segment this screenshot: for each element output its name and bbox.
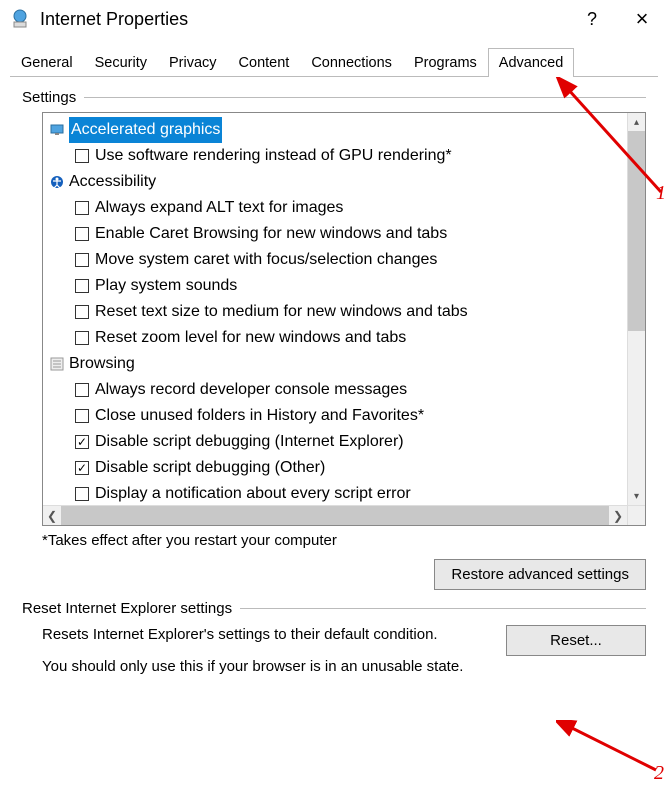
vertical-scrollbar[interactable]: ▴ ▾: [627, 113, 645, 505]
checkbox[interactable]: [75, 331, 89, 345]
window-title: Internet Properties: [40, 9, 582, 30]
divider: [240, 608, 646, 609]
display-icon: [49, 122, 65, 138]
tree-category[interactable]: Accelerated graphics: [49, 117, 645, 143]
checkbox[interactable]: [75, 253, 89, 267]
tree-option[interactable]: Use software rendering instead of GPU re…: [49, 143, 645, 169]
tree-option[interactable]: Reset zoom level for new windows and tab…: [49, 325, 645, 351]
scroll-down-button[interactable]: ▾: [628, 487, 645, 505]
horizontal-scrollbar[interactable]: ❮ ❯: [43, 505, 645, 525]
checkbox[interactable]: [75, 487, 89, 501]
scroll-left-button[interactable]: ❮: [43, 506, 61, 525]
tab-content[interactable]: Content: [228, 48, 301, 77]
restart-note: *Takes effect after you restart your com…: [42, 532, 646, 549]
tree-option-label: Play system sounds: [95, 273, 237, 299]
restore-advanced-settings-button[interactable]: Restore advanced settings: [434, 559, 646, 590]
tree-option-label: Reset zoom level for new windows and tab…: [95, 325, 406, 351]
accessibility-icon: [49, 174, 65, 190]
annotation-label-2: 2: [654, 762, 664, 785]
scroll-thumb[interactable]: [628, 131, 645, 331]
tree-option-label: Always record developer console messages: [95, 377, 407, 403]
tree-category-label: Accelerated graphics: [69, 117, 222, 143]
annotation-label-1: 1: [656, 182, 666, 205]
tree-option-label: Use software rendering instead of GPU re…: [95, 143, 452, 169]
checkbox[interactable]: [75, 227, 89, 241]
scroll-corner: [627, 506, 645, 525]
tree-option-label: Close unused folders in History and Favo…: [95, 403, 424, 429]
tree-option[interactable]: Always record developer console messages: [49, 377, 645, 403]
tab-general[interactable]: General: [10, 48, 84, 77]
tab-security[interactable]: Security: [84, 48, 158, 77]
settings-tree[interactable]: Accelerated graphicsUse software renderi…: [42, 112, 646, 526]
checkbox[interactable]: [75, 149, 89, 163]
tree-category-label: Accessibility: [69, 169, 156, 195]
checkbox[interactable]: [75, 279, 89, 293]
checkbox[interactable]: [75, 305, 89, 319]
tree-option[interactable]: Move system caret with focus/selection c…: [49, 247, 645, 273]
tree-option-label: Disable script debugging (Internet Explo…: [95, 429, 404, 455]
tree-category[interactable]: Accessibility: [49, 169, 645, 195]
tree-option[interactable]: Always expand ALT text for images: [49, 195, 645, 221]
settings-group-label: Settings: [22, 89, 76, 106]
divider: [84, 97, 646, 98]
tree-option-label: Disable script debugging (Other): [95, 455, 325, 481]
help-button[interactable]: ?: [582, 9, 602, 30]
hscroll-thumb[interactable]: [61, 506, 609, 525]
tab-programs[interactable]: Programs: [403, 48, 488, 77]
checkbox[interactable]: [75, 201, 89, 215]
close-button[interactable]: ×: [632, 6, 652, 32]
checkbox[interactable]: [75, 409, 89, 423]
tree-option[interactable]: Reset text size to medium for new window…: [49, 299, 645, 325]
reset-warning: You should only use this if your browser…: [42, 657, 486, 677]
tree-option[interactable]: Disable script debugging (Other): [49, 455, 645, 481]
reset-group-label: Reset Internet Explorer settings: [22, 600, 232, 617]
browsing-icon: [49, 356, 65, 372]
tree-option-label: Move system caret with focus/selection c…: [95, 247, 437, 273]
scroll-right-button[interactable]: ❯: [609, 506, 627, 525]
reset-description: Resets Internet Explorer's settings to t…: [42, 625, 486, 645]
checkbox[interactable]: [75, 435, 89, 449]
scroll-up-button[interactable]: ▴: [628, 113, 645, 131]
checkbox[interactable]: [75, 461, 89, 475]
tab-advanced[interactable]: Advanced: [488, 48, 575, 77]
tab-privacy[interactable]: Privacy: [158, 48, 228, 77]
tree-option-label: Enable Caret Browsing for new windows an…: [95, 221, 447, 247]
tree-option[interactable]: Play system sounds: [49, 273, 645, 299]
tree-option[interactable]: Display a notification about every scrip…: [49, 481, 645, 505]
checkbox[interactable]: [75, 383, 89, 397]
reset-button[interactable]: Reset...: [506, 625, 646, 656]
tree-category-label: Browsing: [69, 351, 135, 377]
tree-option-label: Display a notification about every scrip…: [95, 481, 411, 505]
tree-option[interactable]: Close unused folders in History and Favo…: [49, 403, 645, 429]
tree-option[interactable]: Disable script debugging (Internet Explo…: [49, 429, 645, 455]
tree-category[interactable]: Browsing: [49, 351, 645, 377]
tab-connections[interactable]: Connections: [300, 48, 403, 77]
annotation-arrow-2: [556, 720, 668, 780]
tree-option[interactable]: Enable Caret Browsing for new windows an…: [49, 221, 645, 247]
internet-options-icon: [10, 9, 30, 29]
tree-option-label: Reset text size to medium for new window…: [95, 299, 468, 325]
tree-option-label: Always expand ALT text for images: [95, 195, 343, 221]
